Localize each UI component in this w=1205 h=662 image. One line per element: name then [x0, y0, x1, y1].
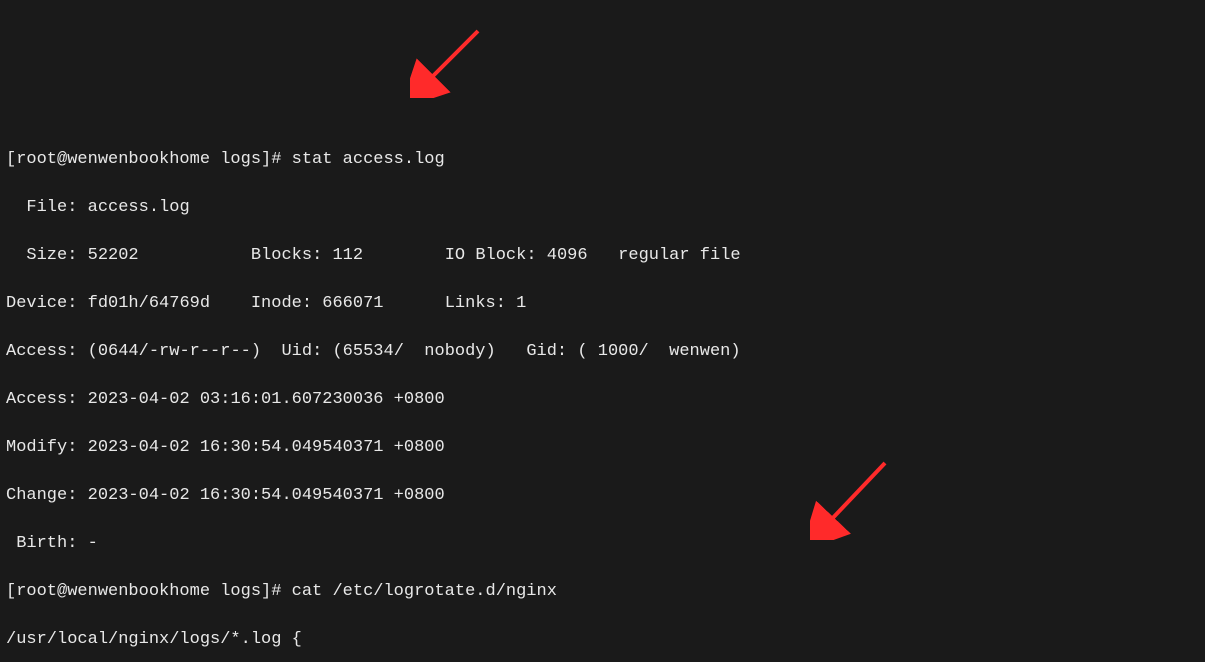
stat-birth: Birth: - [6, 532, 1199, 556]
stat-change: Change: 2023-04-02 16:30:54.049540371 +0… [6, 484, 1199, 508]
stat-access-perm: Access: (0644/-rw-r--r--) Uid: (65534/ n… [6, 340, 1199, 364]
command-cat: cat /etc/logrotate.d/nginx [292, 582, 557, 601]
prompt-line-1: [root@wenwenbookhome logs]# stat access.… [6, 148, 1199, 172]
command-stat: stat access.log [292, 150, 445, 169]
arrow-annotation-inode [410, 23, 490, 98]
shell-prompt: [root@wenwenbookhome logs]# [6, 150, 292, 169]
prompt-line-2: [root@wenwenbookhome logs]# cat /etc/log… [6, 580, 1199, 604]
stat-device: Device: fd01h/64769d Inode: 666071 Links… [6, 292, 1199, 316]
stat-size: Size: 52202 Blocks: 112 IO Block: 4096 r… [6, 244, 1199, 268]
stat-modify: Modify: 2023-04-02 16:30:54.049540371 +0… [6, 436, 1199, 460]
stat-file: File: access.log [6, 196, 1199, 220]
terminal-output[interactable]: [root@wenwenbookhome logs]# stat access.… [0, 0, 1205, 662]
shell-prompt: [root@wenwenbookhome logs]# [6, 582, 292, 601]
inode-value: 666071 [322, 294, 383, 313]
logrotate-path: /usr/local/nginx/logs/*.log { [6, 628, 1199, 652]
stat-access-time: Access: 2023-04-02 03:16:01.607230036 +0… [6, 388, 1199, 412]
